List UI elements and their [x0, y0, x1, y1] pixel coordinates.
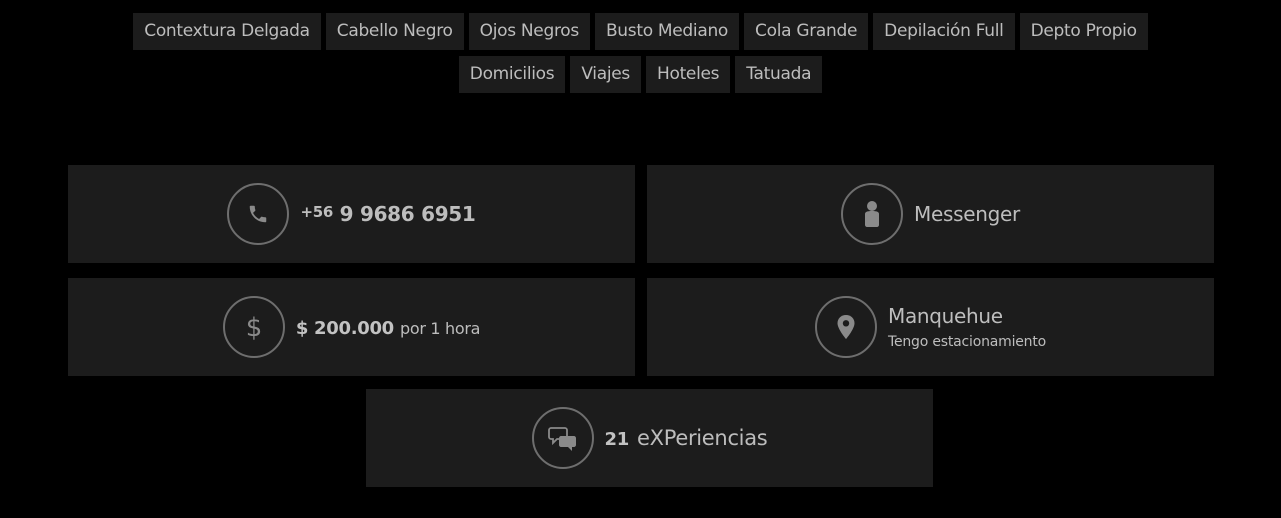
tag-hoteles[interactable]: Hoteles	[645, 56, 731, 93]
messenger-card[interactable]: Messenger	[647, 165, 1214, 263]
tag-cabello-negro[interactable]: Cabello Negro	[325, 13, 464, 50]
tags-section: Contextura Delgada Cabello Negro Ojos Ne…	[0, 13, 1281, 99]
tag-busto-mediano[interactable]: Busto Mediano	[594, 13, 740, 50]
tag-viajes[interactable]: Viajes	[570, 56, 641, 93]
phone-icon	[227, 183, 290, 245]
price-text: $ 200.000 por 1 hora	[295, 315, 481, 339]
location-note: Tengo estacionamiento	[887, 334, 1046, 350]
experiences-text: 21 eXPeriencias	[605, 426, 768, 450]
location-text: Manquehue Tengo estacionamiento	[888, 304, 1046, 350]
experiences-label: eXPeriencias	[637, 426, 768, 450]
tag-ojos-negros[interactable]: Ojos Negros	[468, 13, 590, 50]
tags-row-1: Contextura Delgada Cabello Negro Ojos Ne…	[0, 13, 1281, 50]
tags-row-2: Domicilios Viajes Hoteles Tatuada	[0, 56, 1281, 93]
location-card: Manquehue Tengo estacionamiento	[647, 278, 1214, 376]
map-pin-icon	[814, 296, 877, 358]
tag-depilacion-full[interactable]: Depilación Full	[873, 13, 1015, 50]
phone-number[interactable]: +56 9 9686 6951	[300, 202, 475, 226]
phone-card[interactable]: +56 9 9686 6951	[68, 165, 635, 263]
price-amount: $ 200.000	[295, 318, 394, 339]
person-icon	[841, 183, 904, 245]
price-card: $ $ 200.000 por 1 hora	[68, 278, 635, 376]
chat-bubbles-icon	[531, 407, 594, 469]
tag-depto-propio[interactable]: Depto Propio	[1019, 13, 1148, 50]
price-unit: por 1 hora	[399, 319, 481, 338]
phone-digits: 9 9686 6951	[339, 202, 476, 226]
experiences-count: 21	[604, 429, 630, 450]
experiences-card[interactable]: 21 eXPeriencias	[366, 389, 933, 487]
phone-prefix: +56	[300, 203, 333, 221]
location-area: Manquehue	[887, 304, 1003, 328]
svg-text:$: $	[246, 313, 263, 342]
tag-tatuada[interactable]: Tatuada	[735, 56, 823, 93]
messenger-label: Messenger	[914, 202, 1020, 226]
tag-cola-grande[interactable]: Cola Grande	[744, 13, 869, 50]
dollar-icon: $	[222, 296, 285, 358]
tag-domicilios[interactable]: Domicilios	[458, 56, 566, 93]
tag-contextura-delgada[interactable]: Contextura Delgada	[133, 13, 321, 50]
